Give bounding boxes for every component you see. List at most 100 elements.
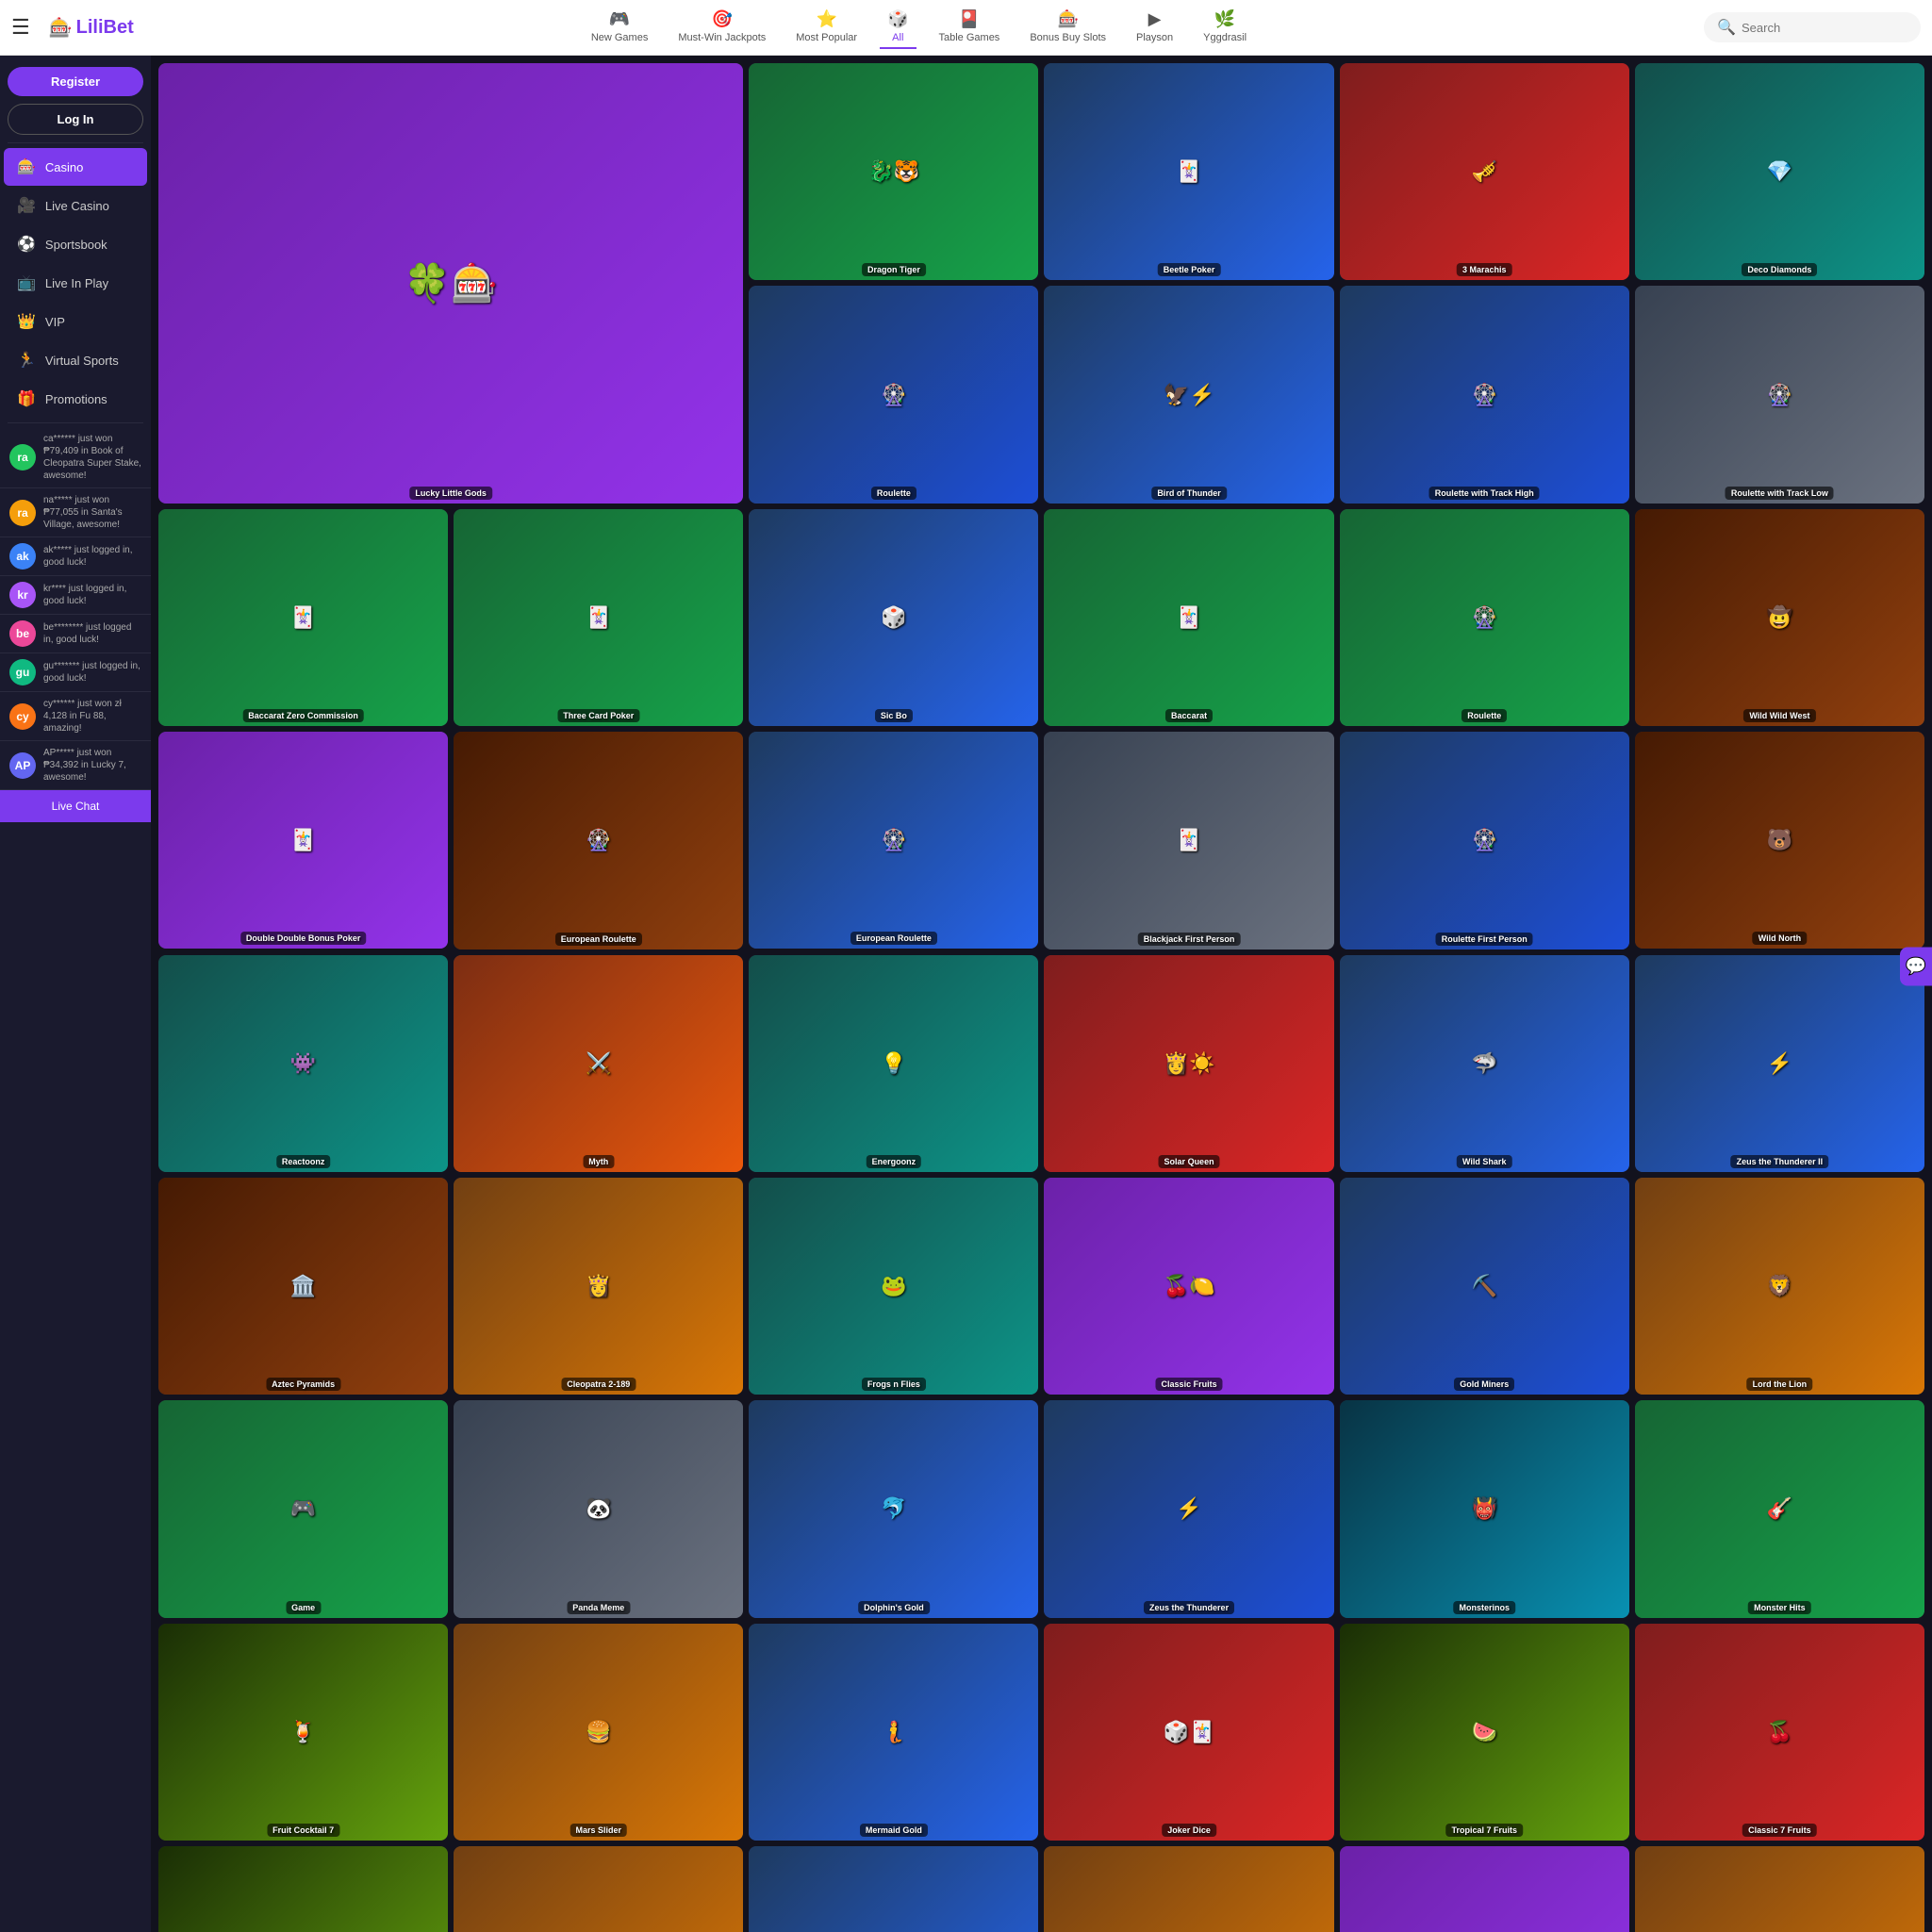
game-card-lucky-little-gods[interactable]: 🍀🎰Lucky Little Gods: [158, 63, 743, 504]
avatar: be: [9, 620, 36, 647]
sidebar-icon-sportsbook: ⚽: [17, 235, 36, 254]
game-card-wild-wild-west[interactable]: 🤠 Wild Wild West: [1635, 509, 1924, 726]
game-card-gold-miners[interactable]: ⛏️Gold Miners: [1340, 1178, 1629, 1395]
game-card-classic-fruits-slot[interactable]: 🍒🍋Classic Fruits: [1044, 1178, 1333, 1395]
avatar: ra: [9, 500, 36, 526]
game-card-blackjack-fp[interactable]: 🃏Blackjack First Person: [1044, 732, 1333, 949]
game-card-viking-berzerker[interactable]: ⚔️Viking Berzerker: [749, 1846, 1038, 1932]
sidebar-item-virtual-sports[interactable]: 🏃Virtual Sports: [4, 341, 147, 379]
game-card-cleopatra[interactable]: 👸Cleopatra 2-189: [454, 1178, 743, 1395]
game-icon-blackjack-fp: 🃏: [1176, 828, 1201, 852]
top-nav-item-yggdrasil[interactable]: 🌿Yggdrasil: [1196, 6, 1254, 49]
game-card-wild-shark[interactable]: 🦈Wild Shark: [1340, 955, 1629, 1172]
game-card-solar-queen[interactable]: 👸☀️Solar Queen: [1044, 955, 1333, 1172]
game-label-wild-wild-west: Wild Wild West: [1743, 709, 1815, 722]
game-card-joker-dice[interactable]: 🎲🃏Joker Dice: [1044, 1624, 1333, 1841]
game-card-deco-diamonds[interactable]: 💎Deco Diamonds: [1635, 63, 1924, 280]
live-chat-button[interactable]: Live Chat: [0, 790, 151, 822]
sidebar-item-promotions[interactable]: 🎁Promotions: [4, 380, 147, 418]
game-card-monster-hits[interactable]: 🎸Monster Hits: [1635, 1400, 1924, 1617]
game-card-game-400[interactable]: 🎮Game: [158, 1400, 448, 1617]
login-button[interactable]: Log In: [8, 104, 143, 135]
sidebar-item-casino[interactable]: 🎰Casino: [4, 148, 147, 186]
game-icon-wild-wild-west: 🤠: [1767, 605, 1792, 630]
activity-item: bebe******** just logged in, good luck!: [0, 615, 151, 653]
game-icon-lucky-little-gods: 🍀🎰: [404, 261, 498, 305]
game-card-roulette-fp[interactable]: 🎡Roulette First Person: [1340, 732, 1629, 949]
game-card-roulette-low[interactable]: 🎡Roulette with Track Low: [1635, 286, 1924, 503]
game-card-classic-7fruits[interactable]: 🍒Classic 7 Fruits: [1635, 1624, 1924, 1841]
top-nav-item-all[interactable]: 🎲All: [880, 6, 916, 49]
game-card-wild-north[interactable]: 🐻Wild North: [1635, 732, 1924, 949]
game-card-zeus-thunderer[interactable]: ⚡ Zeus the Thunderer II: [1635, 955, 1924, 1172]
game-card-dolphins-gold[interactable]: 🐬Dolphin's Gold: [749, 1400, 1038, 1617]
game-card-fruit-cocktail[interactable]: 🍹Fruit Cocktail 7: [158, 1624, 448, 1841]
game-icon-wild-shark: 🦈: [1472, 1051, 1497, 1076]
game-card-royal-7fruits[interactable]: 🍇Royal 7 Fruits: [454, 1846, 743, 1932]
sidebar-item-live-casino[interactable]: 🎥Live Casino: [4, 187, 147, 224]
game-icon-zeus-thunderer: ⚡: [1767, 1051, 1792, 1076]
game-card-lord-lion[interactable]: 🦁Lord the Lion: [1635, 1178, 1924, 1395]
game-card-book-of-gold[interactable]: 📖Book of Gold Symbol Choice: [1044, 1846, 1333, 1932]
game-label-zeus-thunderer: Zeus the Thunderer II: [1731, 1155, 1829, 1168]
nav-icon-table-games: 🎴: [959, 9, 980, 29]
sidebar-item-vip[interactable]: 👑VIP: [4, 303, 147, 340]
game-card-european-roulette[interactable]: 🎡European Roulette: [749, 732, 1038, 949]
activity-text: AP***** just won ₱34,392 in Lucky 7, awe…: [43, 747, 141, 784]
game-card-baccarat[interactable]: 🃏Baccarat: [1044, 509, 1333, 726]
game-card-3-marachis[interactable]: 🎺3 Marachis: [1340, 63, 1629, 280]
game-card-myth[interactable]: ⚔️Myth: [454, 955, 743, 1172]
sidebar-label-casino: Casino: [45, 160, 83, 174]
game-card-crazy-7fruits[interactable]: 🍋Crazy 7 Fruits: [158, 1846, 448, 1932]
game-card-rome-caesars-glory[interactable]: 🏛️Rome Caesar's Glory: [1635, 1846, 1924, 1932]
top-nav-item-playson[interactable]: ▶Playson: [1129, 6, 1181, 49]
nav-label-table-games: Table Games: [939, 32, 1000, 43]
search-box[interactable]: 🔍: [1704, 12, 1921, 42]
game-card-sic-bo[interactable]: 🎲Sic Bo: [749, 509, 1038, 726]
game-card-frogs-n-flies[interactable]: 🐸Frogs n Flies: [749, 1178, 1038, 1395]
main-layout: Register Log In 🎰Casino🎥Live Casino⚽Spor…: [0, 56, 1932, 1932]
game-card-roulette[interactable]: 🎡Roulette: [749, 286, 1038, 503]
game-card-zeus-thunderer2[interactable]: ⚡Zeus the Thunderer: [1044, 1400, 1333, 1617]
top-nav-item-must-win-jackpots[interactable]: 🎯Must-Win Jackpots: [670, 6, 773, 49]
game-card-aztec-pyramids[interactable]: 🏛️Aztec Pyramids: [158, 1178, 448, 1395]
game-card-dragon-tiger[interactable]: 🐉🐯Dragon Tiger: [749, 63, 1038, 280]
game-card-baccarat-zero[interactable]: 🃏Baccarat Zero Commission: [158, 509, 448, 726]
search-input[interactable]: [1742, 21, 1907, 35]
top-nav-item-most-popular[interactable]: ⭐Most Popular: [788, 6, 865, 49]
game-card-tropical-7fruits[interactable]: 🍉Tropical 7 Fruits: [1340, 1624, 1629, 1841]
game-label-european-roulette2: European Roulette: [555, 933, 642, 946]
game-label-bird-of-thunder: Bird of Thunder: [1151, 487, 1227, 500]
game-card-energoonz[interactable]: 💡Energoonz: [749, 955, 1038, 1172]
sidebar-item-sportsbook[interactable]: ⚽Sportsbook: [4, 225, 147, 263]
game-card-monsterinos[interactable]: 👹Monsterinos: [1340, 1400, 1629, 1617]
top-nav-item-bonus-buy-slots[interactable]: 🎰Bonus Buy Slots: [1022, 6, 1114, 49]
game-card-roulette2[interactable]: 🎡Roulette: [1340, 509, 1629, 726]
game-card-cazino-cosmos[interactable]: 🌌Cazino Cosmos: [1340, 1846, 1629, 1932]
game-card-beetle-poker[interactable]: 🃏Beetle Poker: [1044, 63, 1333, 280]
game-icon-mermaid-gold: 🧜: [881, 1720, 906, 1744]
game-card-reactoonz[interactable]: 👾Reactoonz: [158, 955, 448, 1172]
game-label-lord-lion: Lord the Lion: [1747, 1378, 1813, 1391]
top-nav-item-table-games[interactable]: 🎴 Table Games: [932, 6, 1008, 49]
game-label-zeus-thunderer2: Zeus the Thunderer: [1144, 1601, 1234, 1614]
register-button[interactable]: Register: [8, 67, 143, 96]
game-card-double-double-bonus[interactable]: 🃏Double Double Bonus Poker: [158, 732, 448, 949]
game-card-mars-slider[interactable]: 🍔Mars Slider: [454, 1624, 743, 1841]
game-label-roulette: Roulette: [871, 487, 916, 500]
chat-bubble-button[interactable]: 💬: [1900, 947, 1932, 985]
game-label-wild-north: Wild North: [1753, 932, 1807, 945]
game-card-european-roulette2[interactable]: 🎡European Roulette: [454, 732, 743, 949]
game-label-fruit-cocktail: Fruit Cocktail 7: [267, 1824, 339, 1837]
game-card-panda-meme[interactable]: 🐼Panda Meme: [454, 1400, 743, 1617]
game-card-roulette-high[interactable]: 🎡Roulette with Track High: [1340, 286, 1629, 503]
game-icon-beetle-poker: 🃏: [1176, 159, 1201, 184]
game-card-mermaid-gold[interactable]: 🧜Mermaid Gold: [749, 1624, 1038, 1841]
sidebar-item-live-in-play[interactable]: 📺Live In Play: [4, 264, 147, 302]
game-card-three-card-poker[interactable]: 🃏Three Card Poker: [454, 509, 743, 726]
game-card-bird-of-thunder[interactable]: 🦅⚡Bird of Thunder: [1044, 286, 1333, 503]
top-nav-item-new-games[interactable]: 🎮New Games: [584, 6, 656, 49]
game-label-classic-fruits-slot: Classic Fruits: [1156, 1378, 1223, 1391]
hamburger-menu[interactable]: ☰: [11, 15, 30, 40]
activity-item: akak***** just logged in, good luck!: [0, 537, 151, 576]
